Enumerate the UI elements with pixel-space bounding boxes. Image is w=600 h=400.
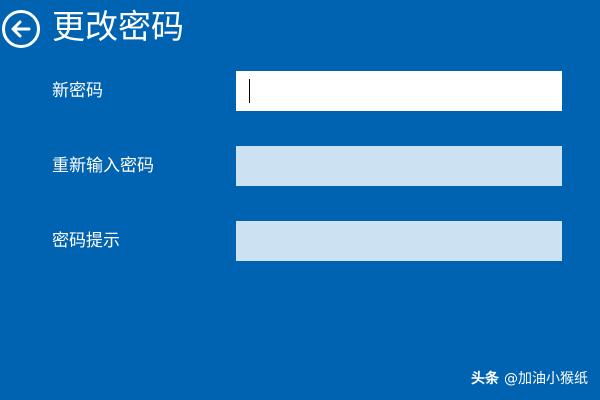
password-hint-label: 密码提示 xyxy=(52,231,120,251)
change-password-screen: 更改密码 新密码 重新输入密码 密码提示 头条 @加油小猴纸 xyxy=(0,0,600,400)
watermark-brand: 头条 xyxy=(471,371,499,387)
confirm-password-input[interactable] xyxy=(236,146,562,186)
back-arrow-icon xyxy=(11,20,31,38)
new-password-input[interactable] xyxy=(236,71,562,111)
new-password-label: 新密码 xyxy=(52,81,103,101)
watermark-handle: @加油小猴纸 xyxy=(504,371,588,387)
confirm-password-label: 重新输入密码 xyxy=(52,156,154,176)
password-hint-input[interactable] xyxy=(236,221,562,261)
back-button[interactable] xyxy=(2,10,40,48)
watermark: 头条 @加油小猴纸 xyxy=(471,370,588,388)
page-title: 更改密码 xyxy=(52,7,184,46)
text-caret xyxy=(249,79,250,103)
